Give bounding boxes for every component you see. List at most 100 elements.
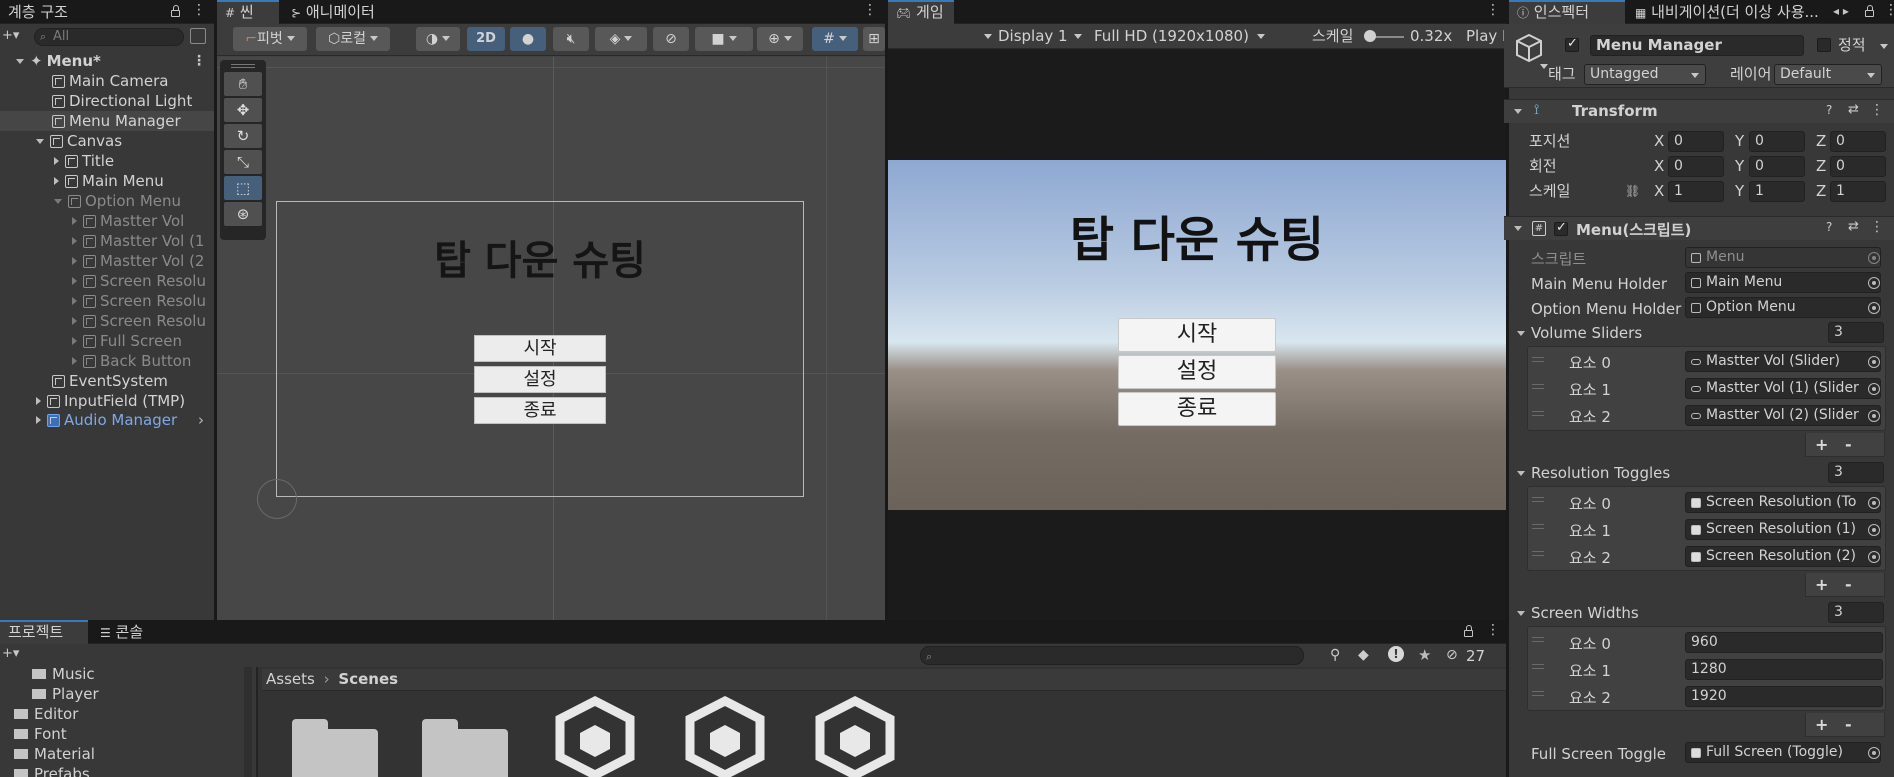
- full-screen-toggle-field[interactable]: Full Screen (Toggle): [1685, 742, 1881, 763]
- scene-settings-button[interactable]: 설정: [474, 366, 606, 393]
- hierarchy-item-audio-manager[interactable]: Audio Manager ›: [0, 410, 214, 430]
- active-checkbox[interactable]: [1565, 36, 1579, 52]
- collapse-arrow-icon[interactable]: [72, 297, 77, 305]
- menu-script-header[interactable]: # Menu(스크립트) ? ⇄ ⋮: [1504, 216, 1894, 240]
- game-start-button[interactable]: 시작: [1118, 318, 1276, 352]
- collapse-arrow-icon[interactable]: [72, 337, 77, 345]
- tree-scrollbar[interactable]: [244, 667, 252, 777]
- tab-inspector[interactable]: ⓘ 인스펙터: [1509, 0, 1625, 24]
- rotation-z-field[interactable]: 0: [1830, 156, 1886, 177]
- lock-icon[interactable]: [171, 5, 180, 17]
- preset-icon[interactable]: ⇄: [1848, 102, 1859, 117]
- add-icon[interactable]: +▾: [2, 28, 28, 46]
- hand-tool-icon[interactable]: ✋︎: [224, 72, 262, 96]
- lock-icon[interactable]: [1865, 5, 1874, 17]
- hierarchy-item-title[interactable]: Title: [0, 151, 214, 171]
- hidden-objects-toggle[interactable]: ⊘: [653, 27, 689, 51]
- remove-element-button[interactable]: -: [1845, 435, 1852, 454]
- add-element-button[interactable]: +: [1815, 435, 1828, 454]
- hierarchy-item-master-vol-2[interactable]: Mastter Vol (2: [0, 251, 214, 271]
- drag-handle-icon[interactable]: [1532, 664, 1544, 669]
- add-element-button[interactable]: +: [1815, 715, 1828, 734]
- volume-slider-0-field[interactable]: Mastter Vol (Slider): [1685, 351, 1881, 372]
- inspector-more-options-icon[interactable]: ⋮: [1884, 2, 1894, 18]
- axis-z-label[interactable]: Z: [1816, 155, 1826, 177]
- tab-animator[interactable]: ⊱ 애니메이터: [283, 0, 383, 24]
- transform-tool-icon[interactable]: ⊛: [224, 202, 262, 226]
- hierarchy-item-back-button[interactable]: Back Button: [0, 351, 214, 371]
- component-menu-icon[interactable]: ⋮: [1870, 219, 1884, 235]
- hierarchy-item-canvas[interactable]: Canvas: [0, 131, 214, 151]
- drag-handle-icon[interactable]: [1532, 637, 1544, 642]
- axis-z-label[interactable]: Z: [1816, 130, 1826, 152]
- object-picker-icon[interactable]: [1868, 277, 1880, 289]
- scale-tool-icon[interactable]: ⤡: [224, 150, 262, 174]
- resolution-toggle-1-field[interactable]: Screen Resolution (1): [1685, 519, 1881, 540]
- script-enabled-checkbox[interactable]: [1554, 220, 1568, 236]
- icon-dropdown-icon[interactable]: [1540, 64, 1548, 69]
- asset-folder-icon[interactable]: [422, 719, 508, 777]
- hidden-packages-icon[interactable]: ⊘: [1446, 647, 1458, 663]
- main-menu-holder-field[interactable]: Main Menu: [1685, 272, 1881, 293]
- volume-slider-1-field[interactable]: Mastter Vol (1) (Slider: [1685, 378, 1881, 399]
- collapse-arrow-icon[interactable]: [72, 357, 77, 365]
- axis-x-label[interactable]: X: [1654, 130, 1664, 152]
- tag-dropdown[interactable]: Untagged: [1584, 64, 1706, 85]
- scene-start-button[interactable]: 시작: [474, 335, 606, 362]
- project-more-options-icon[interactable]: ⋮: [1486, 622, 1500, 638]
- object-picker-icon[interactable]: [1868, 356, 1880, 368]
- folder-player[interactable]: Player: [0, 684, 214, 704]
- rect-tool-icon[interactable]: ⬚: [224, 176, 262, 200]
- tab-game[interactable]: 🎮︎ 게임: [888, 0, 954, 24]
- layer-dropdown[interactable]: Default: [1774, 64, 1882, 85]
- axis-x-label[interactable]: X: [1654, 155, 1664, 177]
- drag-handle-icon[interactable]: [1532, 551, 1544, 556]
- drag-handle-icon[interactable]: [1532, 411, 1544, 416]
- log-icon[interactable]: !: [1388, 646, 1404, 662]
- pivot-dropdown[interactable]: ⌐피벗: [233, 27, 307, 51]
- folder-editor[interactable]: Editor: [0, 704, 214, 724]
- scene-row[interactable]: ✦ Menu* ⋮: [0, 51, 214, 71]
- display-dropdown[interactable]: Display 1: [992, 26, 1086, 47]
- folder-prefabs[interactable]: Prefabs: [0, 764, 214, 777]
- favorite-star-icon[interactable]: ★: [1418, 646, 1431, 664]
- hierarchy-item-inputfield[interactable]: InputField (TMP): [0, 391, 214, 411]
- drag-handle-icon[interactable]: [1532, 524, 1544, 529]
- collapse-arrow-icon[interactable]: [72, 217, 77, 225]
- snap-increment-button[interactable]: ⊞: [863, 27, 885, 51]
- hierarchy-item-option-menu[interactable]: Option Menu: [0, 191, 214, 211]
- expand-arrow-icon[interactable]: [36, 139, 44, 144]
- more-options-icon[interactable]: ⋮: [192, 2, 206, 18]
- drag-handle-icon[interactable]: [1532, 691, 1544, 696]
- scale-z-field[interactable]: 1: [1830, 181, 1886, 202]
- object-picker-icon[interactable]: [1868, 747, 1880, 759]
- help-icon[interactable]: ?: [1826, 103, 1832, 117]
- folder-music[interactable]: Music: [0, 664, 214, 684]
- object-picker-icon[interactable]: [1868, 383, 1880, 395]
- lighting-toggle[interactable]: ●: [510, 27, 546, 51]
- tab-scene[interactable]: # 씬: [217, 0, 279, 24]
- collapse-arrow-icon[interactable]: [72, 317, 77, 325]
- audio-toggle[interactable]: 🔇︎: [553, 27, 589, 51]
- hierarchy-item-screen-resolution-1[interactable]: Screen Resolu: [0, 291, 214, 311]
- collapse-arrow-icon[interactable]: [72, 277, 77, 285]
- collapse-arrow-icon[interactable]: [36, 397, 41, 405]
- position-y-field[interactable]: 0: [1749, 131, 1805, 152]
- scene-viewport[interactable]: 탑 다운 슈팅 시작 설정 종료 ✋︎ ✥ ↻ ⤡ ⬚ ⊛: [217, 57, 885, 620]
- transform-header[interactable]: ⟟ Transform ? ⇄ ⋮: [1504, 99, 1894, 123]
- hierarchy-item-master-vol[interactable]: Mastter Vol: [0, 211, 214, 231]
- unity-scene-asset-icon[interactable]: [812, 695, 898, 777]
- hierarchy-item-directional-light[interactable]: Directional Light: [0, 91, 214, 111]
- hierarchy-item-main-camera[interactable]: Main Camera: [0, 71, 214, 91]
- game-more-options-icon[interactable]: ⋮: [1486, 2, 1500, 18]
- folder-material[interactable]: Material: [0, 744, 214, 764]
- hierarchy-item-event-system[interactable]: EventSystem: [0, 371, 214, 391]
- volume-slider-2-field[interactable]: Mastter Vol (2) (Slider: [1685, 405, 1881, 426]
- drag-handle-icon[interactable]: [1532, 357, 1544, 362]
- breadcrumb-scenes[interactable]: Scenes: [338, 670, 398, 688]
- remove-element-button[interactable]: -: [1845, 575, 1852, 594]
- volume-sliders-foldout[interactable]: Volume Sliders: [1517, 322, 1642, 344]
- object-picker-icon[interactable]: [1868, 302, 1880, 314]
- toggle-2d-button[interactable]: 2D: [467, 27, 505, 51]
- constrain-proportions-icon[interactable]: ⛓︎: [1625, 184, 1640, 198]
